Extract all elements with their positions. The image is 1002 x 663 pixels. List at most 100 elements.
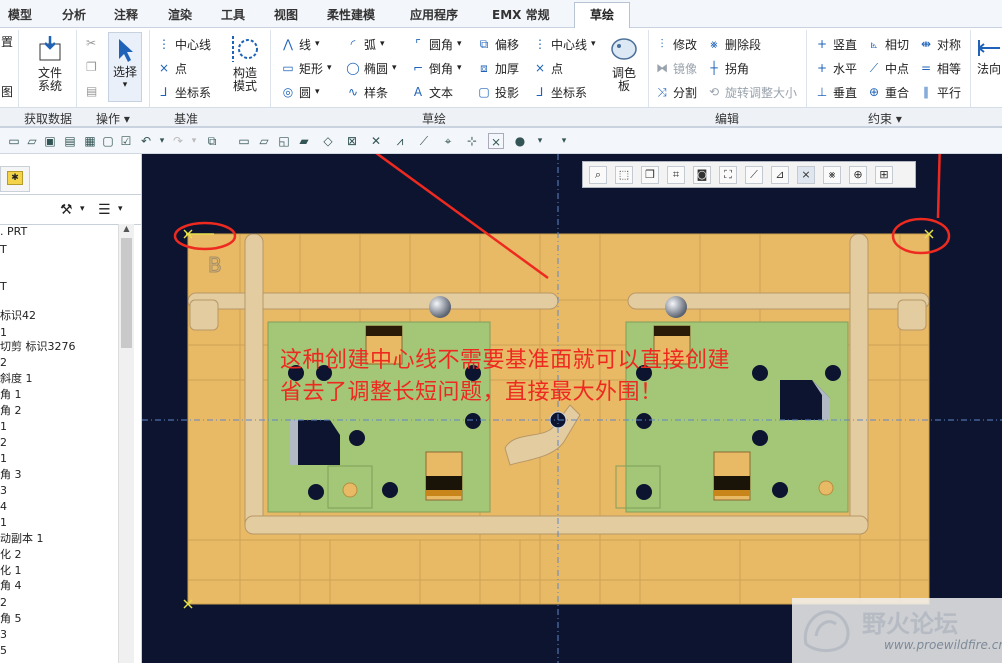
spline-button[interactable]: ∿ 样条 — [345, 82, 388, 102]
tree-item[interactable]: 切剪 标识3276 — [0, 341, 76, 353]
tree-item[interactable]: T — [0, 244, 7, 256]
sketch-tool-10-icon[interactable]: ⌖ — [440, 133, 456, 149]
datum-display-icon[interactable]: ⟋ — [745, 166, 763, 184]
constraint-perpendicular-button[interactable]: ⊥ 垂直 — [814, 82, 857, 102]
sketch-tool-1-icon[interactable]: ▭ — [236, 133, 252, 149]
copy-icon[interactable]: ❐ — [86, 60, 97, 74]
tree-filter-dropdown-icon[interactable]: ▾ — [118, 204, 123, 214]
arc-button[interactable]: ◜ 弧 ▾ — [345, 34, 385, 54]
setup-partial-2[interactable]: 图 — [0, 86, 14, 99]
tree-item[interactable]: 角 3 — [0, 469, 22, 481]
tree-item[interactable]: 化 1 — [0, 565, 22, 577]
grid-display-icon[interactable]: ⊞ — [875, 166, 893, 184]
ellipse-button[interactable]: ◯ 椭圆 ▾ — [345, 58, 396, 78]
tree-item[interactable]: 角 5 — [0, 613, 22, 625]
constraint-equal-button[interactable]: = 相等 — [918, 58, 961, 78]
line-button[interactable]: ⋀ 线 ▾ — [280, 34, 319, 54]
constraint-display-icon[interactable]: ⨳ — [823, 166, 841, 184]
sketch-tool-3-icon[interactable]: ◱ — [276, 133, 292, 149]
sketch-tool-4-icon[interactable]: ▰ — [296, 133, 312, 149]
sketch-tool-6-icon[interactable]: ⊠ — [344, 133, 360, 149]
tree-item[interactable]: 2 — [0, 357, 7, 369]
cut-icon[interactable]: ✂ — [86, 36, 96, 50]
divide-button[interactable]: ⤨ 分割 — [654, 82, 697, 102]
chamfer-button[interactable]: ⌐ 倒角 ▾ — [410, 58, 462, 78]
fillet-button[interactable]: ⌜ 圆角 ▾ — [410, 34, 461, 54]
open-icon[interactable]: ▱ — [24, 133, 40, 149]
constraint-vertical-button[interactable]: + 竖直 — [814, 34, 857, 54]
rotate-resize-button[interactable]: ⟲ 旋转调整大小 — [706, 82, 797, 102]
redo-dropdown-icon[interactable]: ▾ — [186, 133, 202, 149]
group-operations[interactable]: 操作 ▾ — [96, 110, 130, 127]
save-copy-icon[interactable]: ▤ — [62, 133, 78, 149]
tree-item[interactable]: 1 — [0, 327, 7, 339]
constraint-symmetric-button[interactable]: ⇼ 对称 — [918, 34, 961, 54]
delete-segment-button[interactable]: ⨳ 删除段 — [706, 34, 761, 54]
project-button[interactable]: ▢ 投影 — [476, 82, 519, 102]
mirror-button[interactable]: ⧓ 镜像 — [654, 58, 697, 78]
display-style-icon[interactable]: ⛶ — [719, 166, 737, 184]
tree-item[interactable]: 斜度 1 — [0, 373, 33, 385]
tab-flexible-modeling[interactable]: 柔性建模 — [327, 6, 375, 23]
tree-item[interactable]: 角 4 — [0, 580, 22, 592]
zoom-icon[interactable]: ⌕ — [589, 166, 607, 184]
offset-button[interactable]: ⧉ 偏移 — [476, 34, 519, 54]
view-orient-icon[interactable]: ⌗ — [667, 166, 685, 184]
tab-analysis[interactable]: 分析 — [62, 6, 86, 23]
windows-icon[interactable]: ⧉ — [204, 133, 220, 149]
tree-item[interactable]: 1 — [0, 517, 7, 529]
geometry-coordinate-system-button[interactable]: ⅃ 坐标系 — [532, 82, 587, 102]
constraint-parallel-button[interactable]: ∥ 平行 — [918, 82, 961, 102]
geometry-centerline-button[interactable]: ⋮ 中心线 ▾ — [532, 34, 596, 54]
tree-filter-icon[interactable]: ☰ — [98, 202, 111, 218]
rectangle-button[interactable]: ▭ 矩形 ▾ — [280, 58, 331, 78]
constraint-horizontal-button[interactable]: + 水平 — [814, 58, 857, 78]
tree-item[interactable]: 角 2 — [0, 405, 22, 417]
modify-button[interactable]: ⫶ 修改 — [654, 34, 697, 54]
camera-icon[interactable]: ◙ — [693, 166, 711, 184]
coordinate-system-button[interactable]: ⅃ 坐标系 — [156, 82, 211, 102]
tree-item[interactable]: 3 — [0, 629, 7, 641]
tree-scrollbar[interactable]: ▲ — [118, 224, 134, 663]
folder-icon[interactable]: ▦ — [82, 133, 98, 149]
tree-item[interactable]: 标识42 — [0, 310, 36, 322]
sketch-tool-12-icon[interactable]: ⨯ — [488, 133, 504, 149]
tree-item[interactable]: 动副本 1 — [0, 533, 44, 545]
tab-sketch[interactable]: 草绘 — [574, 2, 630, 29]
file-system-button[interactable]: 文件 系统 — [28, 34, 72, 93]
point-button[interactable]: × 点 — [156, 58, 187, 78]
undo-dropdown-icon[interactable]: ▾ — [154, 133, 170, 149]
dimension-display-icon[interactable]: ⊕ — [849, 166, 867, 184]
tab-annotate[interactable]: 注释 — [114, 6, 138, 23]
construction-mode-button[interactable]: 构造 模式 — [228, 34, 262, 93]
tree-item[interactable]: 1 — [0, 421, 7, 433]
tree-item[interactable]: 4 — [0, 501, 7, 513]
select-button[interactable]: 选择 ▾ — [108, 32, 142, 102]
sketch-tool-7-icon[interactable]: ✕ — [368, 133, 384, 149]
tree-item[interactable]: 2 — [0, 597, 7, 609]
undo-icon[interactable]: ↶ — [138, 133, 154, 149]
tree-item[interactable]: 化 2 — [0, 549, 22, 561]
sketch-tool-11-icon[interactable]: ⊹ — [464, 133, 480, 149]
text-button[interactable]: A 文本 — [410, 82, 453, 102]
save-icon[interactable]: ▣ — [42, 133, 58, 149]
appearance-dropdown-icon[interactable]: ▾ — [532, 133, 548, 149]
centerline-button[interactable]: ⋮ 中心线 — [156, 34, 211, 54]
tree-item[interactable]: 3 — [0, 485, 7, 497]
customize-toolbar-icon[interactable]: ▾ — [556, 133, 572, 149]
circle-button[interactable]: ◎ 圆 ▾ — [280, 82, 320, 102]
tree-item[interactable]: T — [0, 281, 7, 293]
geometry-point-button[interactable]: × 点 — [532, 58, 563, 78]
constraint-tangent-button[interactable]: ⦝ 相切 — [866, 34, 909, 54]
folder-tab[interactable]: ✱ — [0, 166, 30, 192]
datum-filter-icon[interactable]: ⊿ — [771, 166, 789, 184]
normal-dimension-button[interactable]: 法向 — [976, 36, 1002, 76]
setup-partial[interactable]: 置 — [0, 36, 14, 49]
tab-view[interactable]: 视图 — [274, 6, 298, 23]
thicken-button[interactable]: ⧈ 加厚 — [476, 58, 519, 78]
sketch-tool-8-icon[interactable]: ⩘ — [392, 133, 408, 149]
refit-icon[interactable]: ⬚ — [615, 166, 633, 184]
tab-model[interactable]: 模型 — [8, 6, 32, 23]
new-icon[interactable]: ▭ — [6, 133, 22, 149]
paste-icon[interactable]: ▤ — [86, 84, 97, 98]
